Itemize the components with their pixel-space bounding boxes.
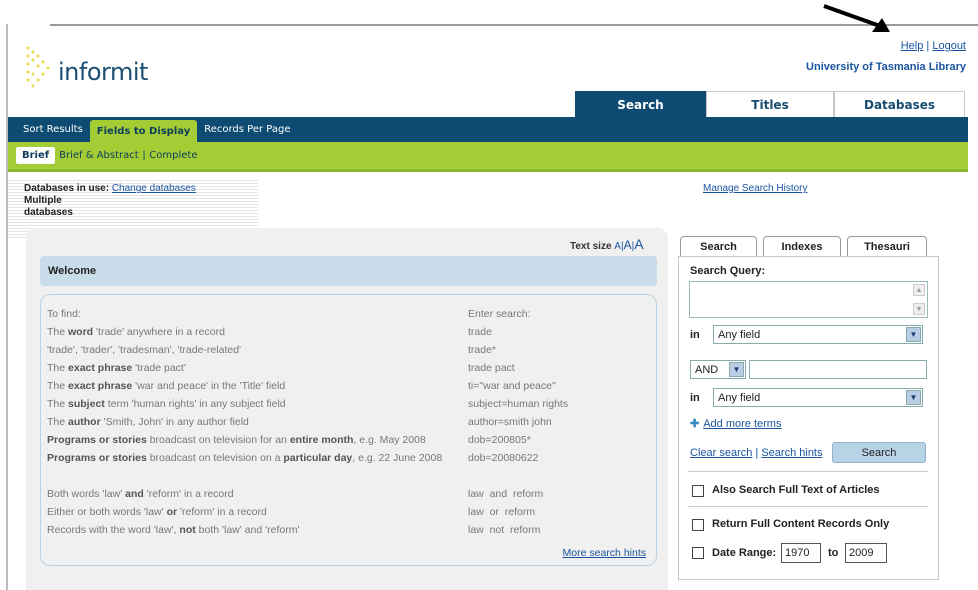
more-search-hints-link[interactable]: More search hints [563,547,646,559]
in-label: in [690,392,700,404]
text-size-label: Text size [570,241,612,252]
chevron-down-icon: ▼ [906,390,921,405]
example-enter: subject=human rights [468,398,569,410]
manage-search-history-link[interactable]: Manage Search History [703,183,808,194]
search-query-label: Search Query: [690,265,766,277]
tab-indexes[interactable]: Indexes [763,236,841,257]
example-enter: law not reform [468,524,541,536]
examples-head-find: To find: [47,308,81,320]
tab-search-panel[interactable]: Search [680,236,757,257]
example-enter: trade [468,326,492,338]
field-select-1[interactable]: Any field ▼ [713,325,923,344]
example-find: The exact phrase 'trade pact' [47,362,186,374]
text-size-medium[interactable]: A [624,238,632,252]
scroll-up-icon[interactable]: ▲ [913,284,925,296]
add-more-terms[interactable]: ✚ Add more terms [690,417,781,430]
divider [688,506,928,507]
date-range-checkbox[interactable] [692,547,704,559]
example-find: Programs or stories broadcast on televis… [47,452,443,464]
chevron-down-icon: ▼ [906,327,921,342]
example-enter: dob=200805* [468,434,531,446]
date-to-label: to [828,547,839,559]
operator-value: AND [695,363,719,376]
tab-titles[interactable]: Titles [706,91,834,117]
tab-thesauri[interactable]: Thesauri [847,236,927,257]
link-separator: | [926,40,930,52]
scroll-down-icon[interactable]: ▼ [913,303,925,315]
example-enter: dob=20080622 [468,452,539,464]
date-range-label: Date Range: [712,547,777,559]
field-select-2[interactable]: Any field ▼ [713,388,923,407]
field-select-2-value: Any field [718,391,761,404]
date-from-input[interactable]: 1970 [781,543,821,563]
link-separator: | [755,447,759,459]
example-find: Records with the word 'law', not both 'l… [47,524,300,536]
text-size-control: Text size A|A|A [570,236,644,252]
divider [688,471,928,472]
clear-search-link[interactable]: Clear search [690,447,752,459]
operator-select[interactable]: AND ▼ [690,360,746,379]
example-enter: author=smith john [468,416,552,428]
informit-logo[interactable]: informit [24,44,164,94]
example-find: Programs or stories broadcast on televis… [47,434,426,446]
full-content-checkbox[interactable] [692,519,704,531]
top-links: Help | Logout [901,40,966,52]
tab-databases[interactable]: Databases [834,91,965,117]
databases-value-2: databases [24,207,73,218]
subnav-brief-abstract[interactable]: Brief & Abstract [55,150,143,161]
subnav-brief[interactable]: Brief [16,147,56,164]
full-text-label: Also Search Full Text of Articles [712,484,880,496]
search-panel-tabs: Search Indexes Thesauri [680,236,933,257]
clear-hints-links: Clear search | Search hints [690,447,823,459]
arrow-annotation-icon [823,4,890,32]
library-name: University of Tasmania Library [806,61,966,73]
left-rule [6,24,8,590]
examples-head-enter: Enter search: [468,308,531,320]
example-enter: trade pact [468,362,515,374]
example-find: The author 'Smith, John' in any author f… [47,416,249,428]
options-nav: Sort Results Fields to Display Records P… [8,117,968,142]
text-size-small[interactable]: A [614,241,621,252]
full-text-checkbox[interactable] [692,485,704,497]
main-tabs: Search Titles Databases [575,91,965,117]
example-find: Both words 'law' and 'reform' in a recor… [47,488,234,500]
nav-fields-to-display[interactable]: Fields to Display [89,120,198,142]
field-select-1-value: Any field [718,328,761,341]
databases-in-use: Databases in use: Change databases Multi… [24,183,196,219]
text-size-large[interactable]: A [634,236,643,252]
in-label: in [690,329,700,341]
nav-records-per-page[interactable]: Records Per Page [197,117,297,142]
search-examples-box: To find: Enter search: The word 'trade' … [40,294,657,566]
example-find: The word 'trade' anywhere in a record [47,326,225,338]
search-term-2-input[interactable] [749,360,927,379]
databases-value-1: Multiple [24,195,62,206]
tab-search[interactable]: Search [575,91,706,117]
logout-link[interactable]: Logout [932,40,966,52]
logo-text: informit [58,58,148,86]
search-hints-link[interactable]: Search hints [761,447,822,459]
example-find: Either or both words 'law' or 'reform' i… [47,506,267,518]
example-enter: ti="war and peace" [468,380,556,392]
subnav-complete[interactable]: Complete [145,150,201,161]
full-content-label: Return Full Content Records Only [712,518,890,530]
example-enter: law or reform [468,506,536,518]
example-enter: law and reform [468,488,544,500]
plus-icon: ✚ [690,418,700,430]
example-find: The subject term 'human rights' in any s… [47,398,286,410]
add-more-terms-link[interactable]: Add more terms [703,418,781,430]
example-find: 'trade', 'trader', 'tradesman', 'trade-r… [47,344,242,356]
example-enter: trade* [468,344,497,356]
databases-label: Databases in use: [24,183,110,194]
display-subnav: Brief Brief & Abstract | Complete [8,142,968,172]
search-query-input[interactable]: ▲ ▼ [689,281,928,318]
search-button[interactable]: Search [832,442,926,463]
change-databases-link[interactable]: Change databases [112,183,196,194]
example-find: The exact phrase 'war and peace' in the … [47,380,286,392]
date-to-input[interactable]: 2009 [845,543,887,563]
help-link[interactable]: Help [901,40,924,52]
welcome-heading: Welcome [40,256,657,286]
chevron-down-icon: ▼ [729,362,744,377]
nav-sort-results[interactable]: Sort Results [16,117,90,142]
